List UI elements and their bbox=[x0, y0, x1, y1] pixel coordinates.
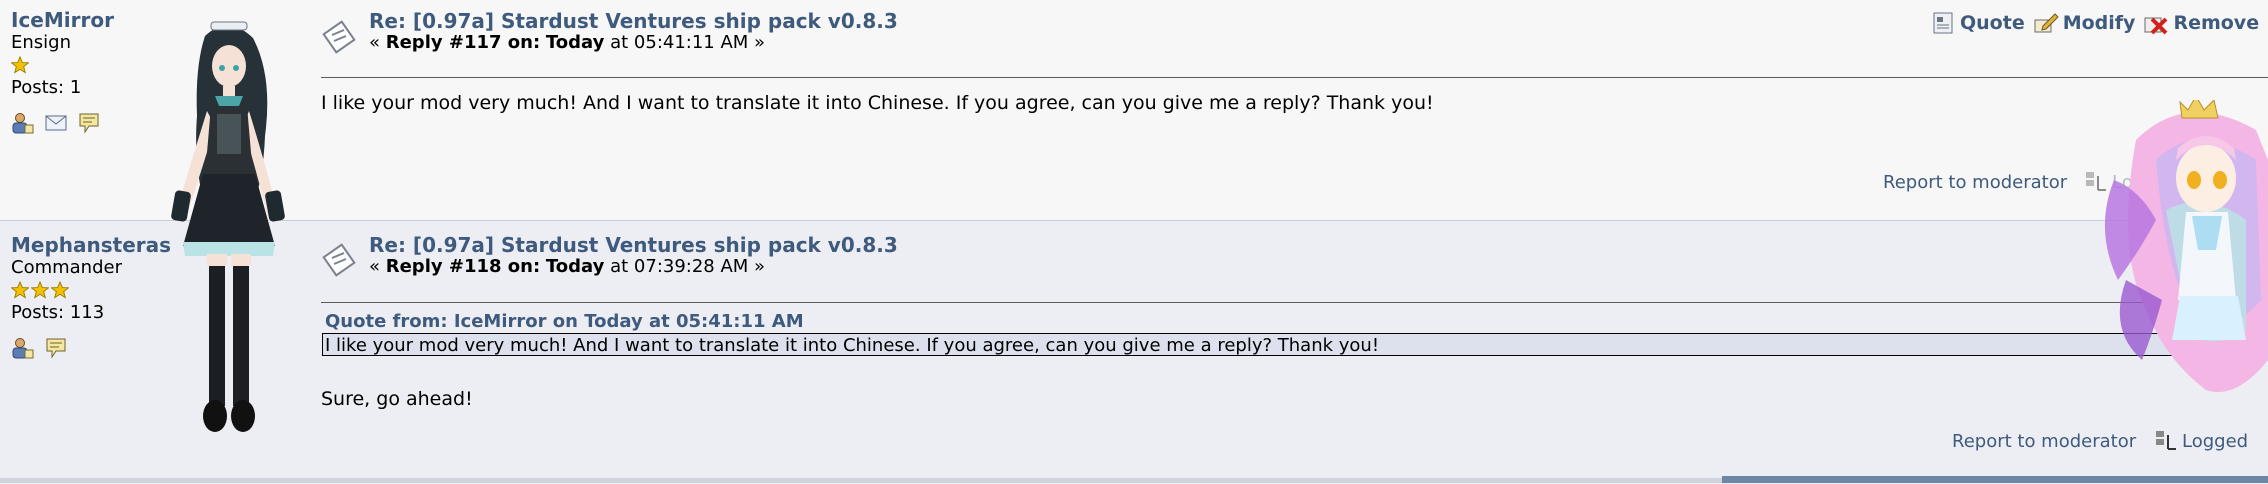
anime-girl-avatar bbox=[171, 21, 285, 432]
remove-icon bbox=[2144, 17, 2168, 35]
quote-block: I like your mod very much! And I want to… bbox=[322, 333, 2268, 356]
post-subject-link[interactable]: Re: [0.97a] Stardust Ventures ship pack … bbox=[369, 233, 898, 257]
post-day: Today bbox=[545, 256, 605, 277]
message-icon bbox=[322, 243, 356, 277]
remove-button[interactable]: Remove bbox=[2143, 10, 2259, 36]
report-to-moderator-link[interactable]: Report to moderator bbox=[1952, 431, 2136, 452]
keyinfo-prefix: « bbox=[369, 32, 386, 53]
star-icon bbox=[11, 281, 29, 299]
post-keyinfo: « Reply #117 on: Today at 05:41:11 AM » bbox=[369, 32, 765, 53]
quote-button[interactable]: Quote bbox=[1930, 10, 2025, 36]
profile-icon[interactable] bbox=[11, 111, 35, 135]
logged-label: Logged bbox=[2182, 430, 2249, 452]
logged-indicator: Logged bbox=[2154, 429, 2248, 453]
post-divider bbox=[321, 77, 2268, 78]
post-body: I like your mod very much! And I want to… bbox=[321, 92, 1434, 114]
modify-label: Modify bbox=[2062, 12, 2136, 34]
post-time: at 07:39:28 AM » bbox=[610, 256, 766, 277]
star-icon bbox=[31, 281, 49, 299]
footer-bar-accent bbox=[1722, 476, 2268, 483]
email-icon[interactable] bbox=[44, 111, 68, 135]
post-divider bbox=[321, 302, 2268, 303]
profile-icon[interactable] bbox=[11, 336, 35, 360]
modify-button[interactable]: Modify bbox=[2033, 10, 2136, 36]
post-keyinfo: « Reply #118 on: Today at 07:39:28 AM » bbox=[369, 256, 765, 277]
quote-icon bbox=[1933, 12, 1953, 34]
ip-logged-icon bbox=[2156, 431, 2176, 450]
fairy-girl-avatar bbox=[2104, 100, 2268, 392]
pm-icon[interactable] bbox=[44, 336, 68, 360]
reply-number: Reply #118 on: bbox=[385, 256, 541, 277]
pm-icon[interactable] bbox=[77, 111, 101, 135]
post-body: Sure, go ahead! bbox=[321, 388, 473, 410]
quote-header-link[interactable]: Quote from: IceMirror on Today at 05:41:… bbox=[325, 311, 804, 332]
star-icon bbox=[51, 281, 69, 299]
post-117: IceMirror Ensign Posts: 1 Re: [0.97a] St… bbox=[0, 0, 2268, 220]
modify-icon bbox=[2034, 13, 2059, 33]
post-118: Mephansteras Commander Posts: 113 Re: [0… bbox=[0, 220, 2268, 484]
report-to-moderator-link[interactable]: Report to moderator bbox=[1883, 172, 2067, 193]
quote-label: Quote bbox=[1960, 12, 2025, 34]
star-icon bbox=[11, 56, 29, 74]
post-subject-link[interactable]: Re: [0.97a] Stardust Ventures ship pack … bbox=[369, 9, 898, 33]
message-icon bbox=[322, 20, 356, 54]
reply-number: Reply #117 on: bbox=[385, 32, 541, 53]
keyinfo-prefix: « bbox=[369, 256, 386, 277]
remove-label: Remove bbox=[2173, 12, 2260, 34]
post-day: Today bbox=[545, 32, 605, 53]
post-actions: Quote Modify Remove bbox=[1930, 10, 2259, 36]
post-time: at 05:41:11 AM » bbox=[610, 32, 766, 53]
